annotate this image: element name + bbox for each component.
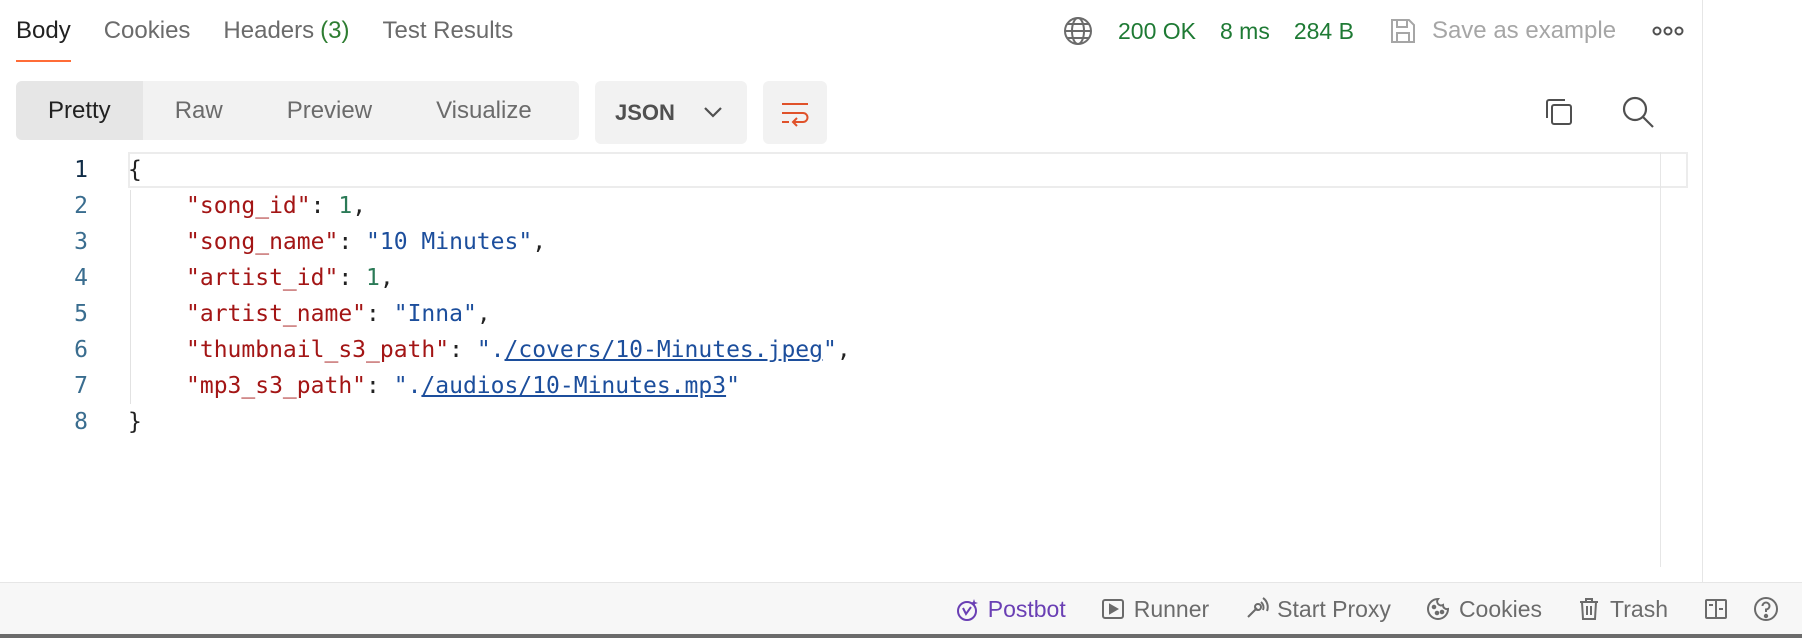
code-text: "artist_id": 1, bbox=[186, 265, 394, 291]
code-line: 3 "song_name": "10 Minutes", bbox=[0, 224, 1688, 260]
start-proxy-button[interactable]: Start Proxy bbox=[1243, 596, 1391, 623]
line-number: 3 bbox=[74, 229, 88, 255]
runner-button[interactable]: Runner bbox=[1100, 596, 1209, 623]
two-pane-view-icon[interactable] bbox=[1702, 595, 1730, 623]
code-text: { bbox=[128, 157, 142, 183]
json-key: "artist_name" bbox=[186, 301, 367, 327]
play-icon bbox=[1101, 599, 1124, 619]
code-text: "artist_name": "Inna", bbox=[186, 301, 491, 327]
postbot-button[interactable]: Postbot bbox=[954, 596, 1066, 623]
trash-button[interactable]: Trash bbox=[1576, 596, 1668, 623]
line-number: 5 bbox=[74, 301, 88, 327]
code-text: "thumbnail_s3_path": "./covers/10-Minute… bbox=[186, 337, 851, 363]
code-line: 7 "mp3_s3_path": "./audios/10-Minutes.mp… bbox=[0, 368, 1688, 404]
json-key: "thumbnail_s3_path" bbox=[186, 337, 450, 363]
postbot-icon bbox=[956, 599, 978, 621]
proxy-icon bbox=[1247, 597, 1269, 618]
code-text: "song_id": 1, bbox=[186, 193, 367, 219]
json-value: 1 bbox=[338, 193, 353, 219]
response-body-editor[interactable]: 1 { 2 "song_id": 1, 3 "song_name": "10 M… bbox=[0, 0, 1688, 435]
line-number: 6 bbox=[74, 337, 88, 363]
code-text: } bbox=[128, 409, 142, 435]
right-side-panel bbox=[1702, 0, 1802, 582]
line-number: 2 bbox=[74, 193, 88, 219]
json-key: "song_name" bbox=[186, 229, 339, 255]
code-line: 6 "thumbnail_s3_path": "./covers/10-Minu… bbox=[0, 332, 1688, 368]
json-value: "10 Minutes" bbox=[366, 229, 533, 255]
line-number: 1 bbox=[74, 157, 88, 183]
code-text: "song_name": "10 Minutes", bbox=[186, 229, 547, 255]
cookie-icon bbox=[1426, 597, 1449, 620]
cookies-button[interactable]: Cookies bbox=[1425, 596, 1542, 623]
code-line: 5 "artist_name": "Inna", bbox=[0, 296, 1688, 332]
trash-icon bbox=[1580, 598, 1599, 620]
code-line: 2 "song_id": 1, bbox=[0, 188, 1688, 224]
json-value: 1 bbox=[366, 265, 380, 291]
status-bar: Postbot Runner Start Proxy Cookies Trash bbox=[0, 582, 1802, 634]
json-value: "Inna" bbox=[393, 301, 477, 327]
json-key: "song_id" bbox=[186, 193, 311, 219]
json-key: "mp3_s3_path" bbox=[186, 373, 367, 399]
code-text: "mp3_s3_path": "./audios/10-Minutes.mp3" bbox=[186, 373, 740, 399]
code-line: 8 } bbox=[0, 404, 1688, 440]
json-link[interactable]: /covers/10-Minutes.jpeg bbox=[505, 337, 824, 363]
status-bar-items: Postbot Runner Start Proxy Cookies Trash bbox=[954, 583, 1802, 635]
json-key: "artist_id" bbox=[186, 265, 339, 291]
code-line: 1 { bbox=[0, 152, 1688, 188]
help-icon[interactable] bbox=[1752, 595, 1780, 623]
line-number: 7 bbox=[74, 373, 88, 399]
line-number: 4 bbox=[74, 265, 88, 291]
json-link[interactable]: /audios/10-Minutes.mp3 bbox=[421, 373, 726, 399]
line-number: 8 bbox=[74, 409, 88, 435]
code-line: 4 "artist_id": 1, bbox=[0, 260, 1688, 296]
window-bottom-edge bbox=[0, 634, 1802, 638]
